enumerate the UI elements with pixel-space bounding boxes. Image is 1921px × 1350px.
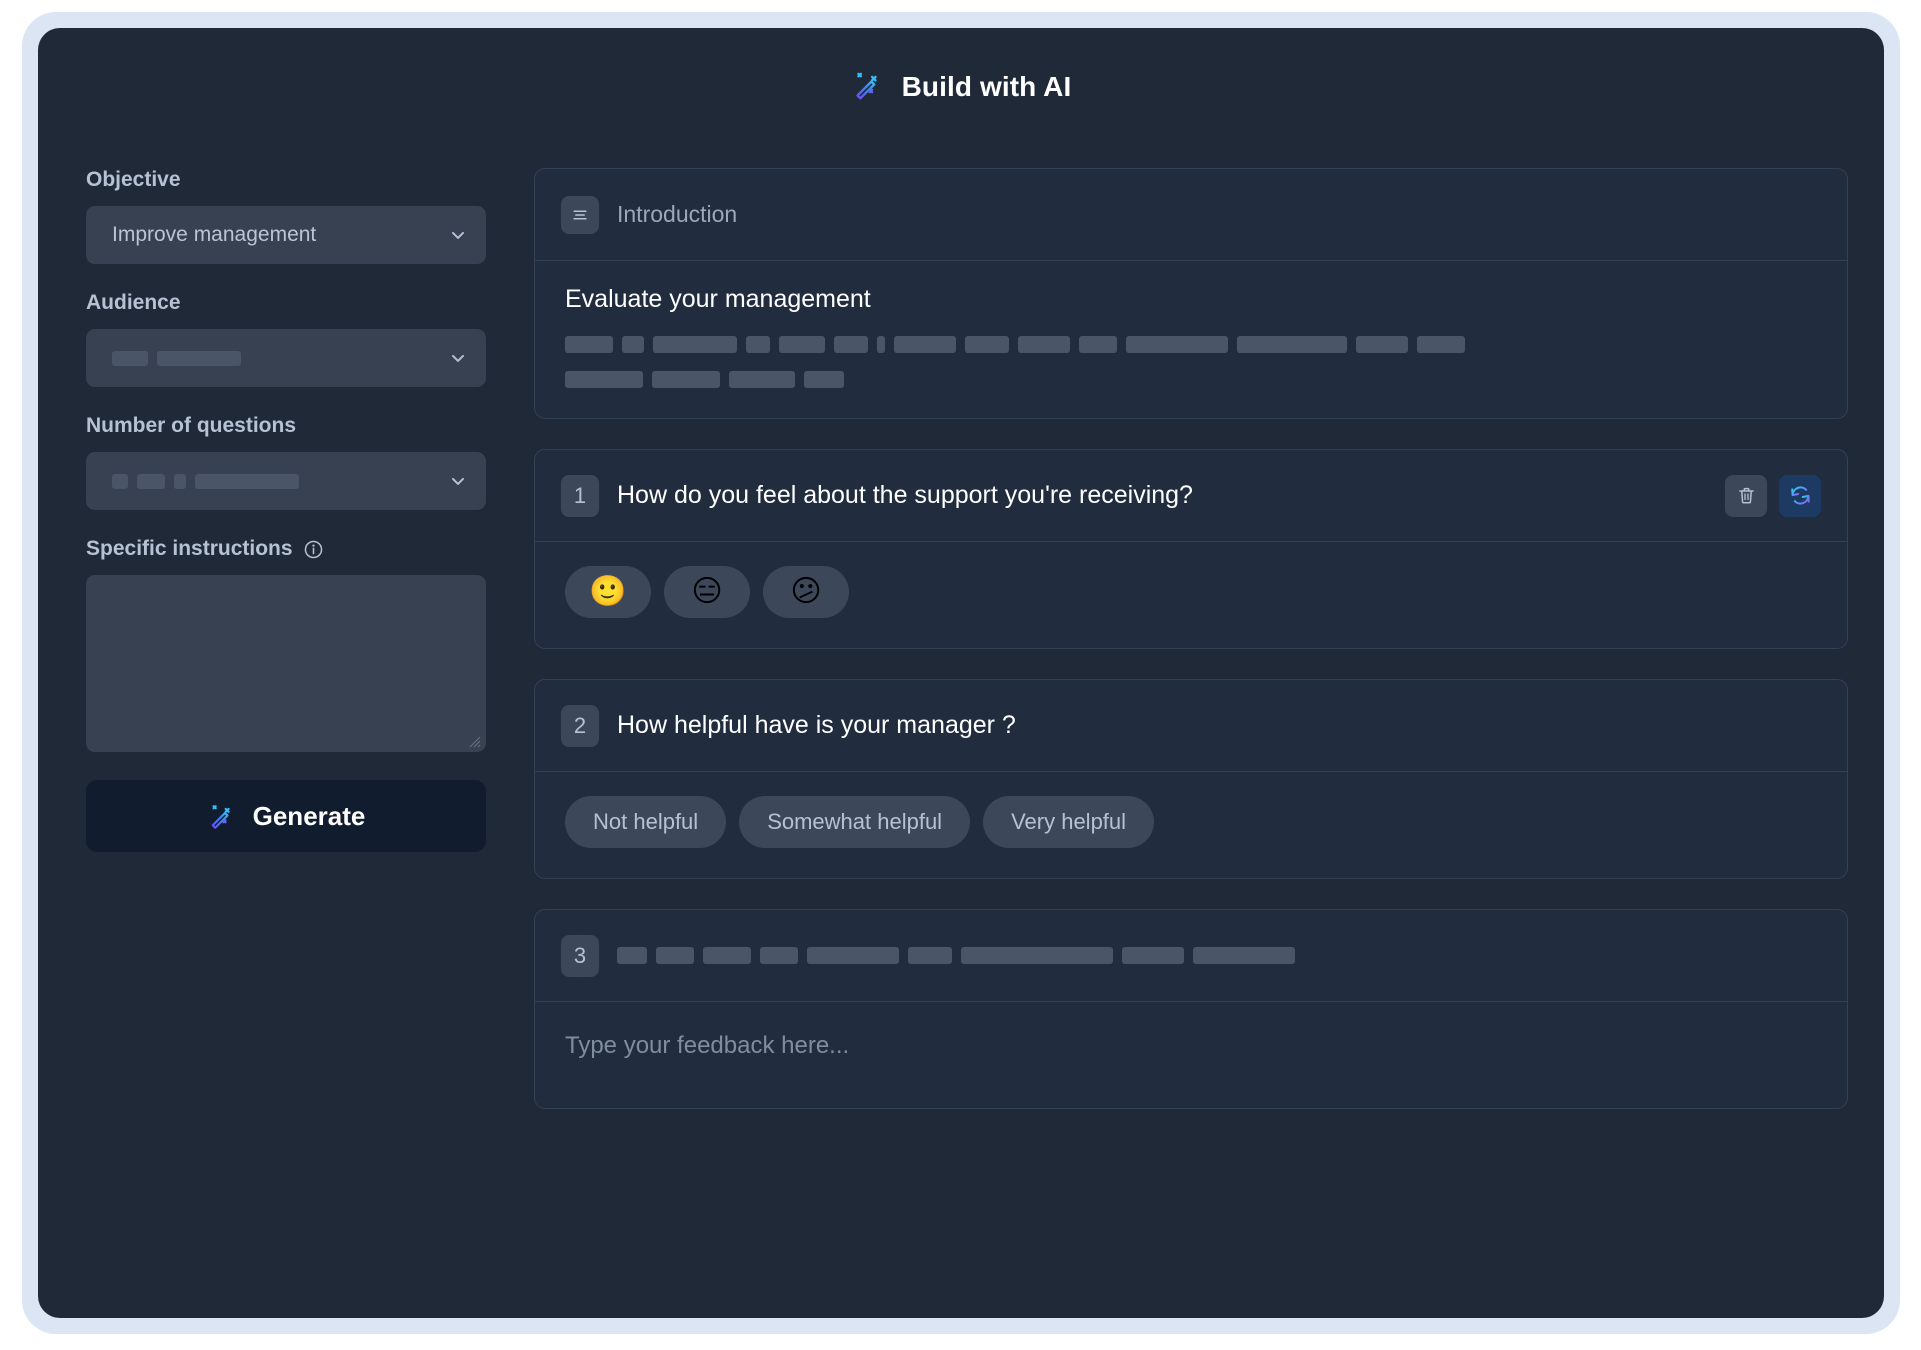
feedback-input[interactable]: Type your feedback here... xyxy=(565,1026,1817,1078)
configuration-sidebar: Objective Improve management Audience Nu… xyxy=(86,146,486,1318)
skeleton-bar xyxy=(908,947,952,964)
regenerate-question-button[interactable] xyxy=(1779,474,1821,517)
question-header: 2 How helpful have is your manager ? xyxy=(535,680,1847,772)
skeleton-bar xyxy=(653,336,737,353)
skeleton-bar xyxy=(760,947,798,964)
info-circle-icon[interactable] xyxy=(303,539,324,560)
question-answers: 🙂 😑 😕 xyxy=(535,542,1847,648)
skeleton-bar xyxy=(746,336,770,353)
skeleton-bar xyxy=(112,473,128,489)
specific-instructions-textarea[interactable] xyxy=(86,575,486,752)
introduction-heading: Evaluate your management xyxy=(565,285,871,313)
skeleton-bar xyxy=(894,336,956,353)
question-card: 2 How helpful have is your manager ? Not… xyxy=(534,679,1848,879)
choice-option-button[interactable]: Somewhat helpful xyxy=(739,796,971,848)
introduction-header-label: Introduction xyxy=(617,201,738,227)
emoji-option-button[interactable]: 😕 xyxy=(763,566,849,618)
page-frame: Build with AI Objective Improve manageme… xyxy=(22,12,1900,1334)
specific-instructions-label-text: Specific instructions xyxy=(86,537,293,560)
skeleton-bar xyxy=(877,336,885,353)
objective-label: Objective xyxy=(86,168,181,191)
generate-button[interactable]: Generate xyxy=(86,780,486,852)
question-text[interactable]: How helpful have is your manager ? xyxy=(617,711,1821,740)
survey-preview: Introduction Evaluate your management 1 … xyxy=(534,146,1848,1318)
skeleton-bar xyxy=(565,336,613,353)
question-answers: Not helpful Somewhat helpful Very helpfu… xyxy=(535,772,1847,878)
question-card: 3 Type your feedback here... xyxy=(534,909,1848,1109)
question-number: 3 xyxy=(561,934,599,977)
introduction-card: Introduction Evaluate your management xyxy=(534,168,1848,419)
skeleton-bar xyxy=(703,947,751,964)
audience-select-value xyxy=(112,350,448,366)
question-number: 1 xyxy=(561,474,599,517)
magic-wand-icon xyxy=(851,68,885,107)
resize-handle-icon[interactable] xyxy=(467,734,481,748)
skeleton-bar xyxy=(157,350,241,366)
skeleton-bar xyxy=(565,371,643,388)
magic-wand-icon xyxy=(207,801,237,831)
objective-select-value: Improve management xyxy=(112,223,317,246)
build-with-ai-panel: Build with AI Objective Improve manageme… xyxy=(38,28,1884,1318)
skeleton-bar xyxy=(779,336,825,353)
audience-label: Audience xyxy=(86,291,181,314)
delete-question-button[interactable] xyxy=(1725,474,1767,517)
question-text[interactable]: How do you feel about the support you're… xyxy=(617,481,1707,510)
skeleton-bar xyxy=(729,371,795,388)
chevron-down-icon xyxy=(448,348,468,368)
objective-select[interactable]: Improve management xyxy=(86,206,486,264)
skeleton-bar xyxy=(195,473,299,489)
question-answers: Type your feedback here... xyxy=(535,1002,1847,1108)
introduction-skeleton-row xyxy=(565,371,1817,388)
skeleton-bar xyxy=(656,947,694,964)
number-of-questions-label: Number of questions xyxy=(86,414,297,437)
choice-option-button[interactable]: Not helpful xyxy=(565,796,727,848)
specific-instructions-label: Specific instructions xyxy=(86,537,486,561)
choice-option-row: Not helpful Somewhat helpful Very helpfu… xyxy=(565,796,1817,848)
question-header: 1 How do you feel about the support you'… xyxy=(535,450,1847,542)
chevron-down-icon xyxy=(448,471,468,491)
audience-select[interactable] xyxy=(86,329,486,387)
introduction-card-body: Evaluate your management xyxy=(535,261,1847,418)
skeleton-bar xyxy=(652,371,720,388)
emoji-option-button[interactable]: 🙂 xyxy=(565,566,651,618)
skeleton-bar xyxy=(1122,947,1184,964)
skeleton-bar xyxy=(622,336,644,353)
skeleton-bar xyxy=(807,947,899,964)
question-text-skeleton xyxy=(617,947,1821,964)
skeleton-bar xyxy=(137,473,165,489)
question-number: 2 xyxy=(561,704,599,747)
app-header: Build with AI xyxy=(38,28,1884,146)
skeleton-bar xyxy=(617,947,647,964)
list-lines-icon xyxy=(561,195,599,234)
skeleton-bar xyxy=(1079,336,1117,353)
choice-option-button[interactable]: Very helpful xyxy=(983,796,1155,848)
skeleton-bar xyxy=(1018,336,1070,353)
chevron-down-icon xyxy=(448,225,468,245)
app-body: Objective Improve management Audience Nu… xyxy=(38,146,1884,1318)
introduction-skeleton-row xyxy=(565,336,1817,353)
skeleton-bar xyxy=(804,371,844,388)
number-of-questions-select[interactable] xyxy=(86,452,486,510)
skeleton-bar xyxy=(834,336,868,353)
skeleton-bar xyxy=(965,336,1009,353)
skeleton-bar xyxy=(112,350,148,366)
page-title: Build with AI xyxy=(901,71,1072,102)
skeleton-bar xyxy=(1193,947,1295,964)
question-actions xyxy=(1725,474,1821,517)
question-header: 3 xyxy=(535,910,1847,1002)
generate-button-label: Generate xyxy=(252,800,366,831)
skeleton-bar xyxy=(1417,336,1465,353)
skeleton-bar xyxy=(1356,336,1408,353)
skeleton-bar xyxy=(174,473,186,489)
number-of-questions-select-value xyxy=(112,473,448,489)
question-card: 1 How do you feel about the support you'… xyxy=(534,449,1848,649)
emoji-option-row: 🙂 😑 😕 xyxy=(565,566,1817,618)
introduction-card-header: Introduction xyxy=(535,169,1847,261)
emoji-option-button[interactable]: 😑 xyxy=(664,566,750,618)
skeleton-bar xyxy=(961,947,1113,964)
skeleton-bar xyxy=(1126,336,1228,353)
skeleton-bar xyxy=(1237,336,1347,353)
